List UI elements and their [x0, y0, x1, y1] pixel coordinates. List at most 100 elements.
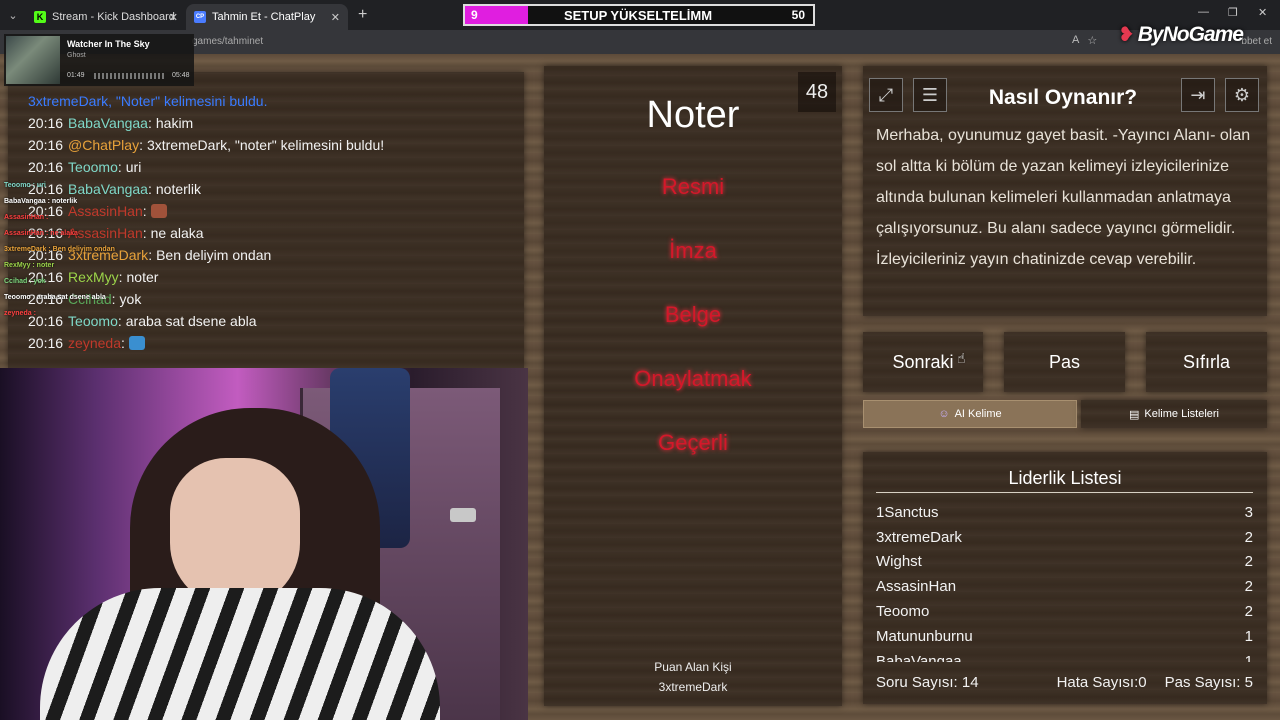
forbidden-word: Resmi [661, 174, 725, 199]
chat-username[interactable]: 3xtremeDark, "Noter" kelimesini buldu. [28, 93, 267, 109]
question-count-label: Soru Sayısı: [876, 674, 958, 691]
webcam-person-face [170, 458, 300, 608]
goal-current: 9 [471, 8, 478, 22]
leaderboard-row: Wighst 2 [876, 550, 1253, 575]
chat-username[interactable]: AssasinHan [68, 203, 143, 219]
chat-separator: : [111, 291, 116, 307]
pass-button[interactable]: Pas [1004, 332, 1125, 392]
tab-search-chevron-icon[interactable]: ⌄ [0, 0, 26, 30]
tab-chatplay[interactable]: CP Tahmin Et - ChatPlay ✕ [186, 4, 348, 30]
next-label: Sonraki [892, 351, 954, 372]
pass-count: Pas Sayısı: 5 [1165, 674, 1253, 691]
chat-username[interactable]: BabaVangaa [68, 115, 148, 131]
game-word-panel: 48 Noter Resmi İmza Belge Onaylatmak Geç… [544, 66, 842, 706]
leaderboard-name: BabaVangaa [876, 652, 962, 662]
new-tab-plus-icon[interactable]: + [358, 6, 367, 24]
leaderboard-score: 2 [1244, 578, 1253, 596]
chat-separator: : [147, 115, 152, 131]
song-total: 05:48 [172, 72, 190, 79]
forbidden-word: Onaylatmak [634, 366, 752, 391]
chat-username[interactable]: BabaVangaa [68, 181, 148, 197]
ai-word-button[interactable]: ☺ AI Kelime [863, 400, 1077, 428]
settings-gear-icon[interactable]: ⚙ [1225, 78, 1259, 112]
how-to-play-text: Merhaba, oyunumuz gayet basit. -Yayıncı … [876, 127, 1251, 268]
close-icon[interactable]: ✕ [169, 11, 178, 24]
url-text[interactable]: games/tahminet [192, 36, 263, 47]
question-count: Soru Sayısı: 14 [876, 674, 979, 691]
game-stats: Soru Sayısı: 14 Hata Sayısı:0 Pas Sayısı… [876, 674, 1253, 691]
chat-text: noterlik [155, 181, 202, 197]
chat-separator: : [142, 203, 147, 219]
chat-username[interactable]: @ChatPlay [68, 137, 139, 153]
song-elapsed: 01:49 [67, 72, 85, 79]
read-aloud-icon[interactable]: A [1072, 34, 1079, 47]
fullscreen-icon[interactable]: ⤢ [869, 78, 903, 112]
leaderboard-row: Teoomo 2 [876, 599, 1253, 624]
chat-separator: : [117, 159, 122, 175]
leaderboard-row: 1Sanctus 3 [876, 500, 1253, 525]
chat-panel: 3xtremeDark, "Noter" kelimesini buldu. 20… [8, 72, 524, 368]
ai-word-label: AI Kelime [954, 408, 1002, 420]
pass-label: Pas [1048, 351, 1081, 372]
chat-separator: : [147, 181, 152, 197]
chat-separator: : [118, 269, 123, 285]
chat-message: 20:16 AssasinHan: ne alaka [28, 222, 518, 244]
word-lists-button[interactable]: ▤ Kelime Listeleri [1081, 400, 1267, 428]
goal-max: 50 [791, 8, 805, 22]
leaderboard-name: AssasinHan [876, 578, 957, 596]
leaderboard-name: Matununburnu [876, 627, 973, 645]
leaderboard-row: AssasinHan 2 [876, 574, 1253, 599]
webcam-feed [0, 368, 528, 720]
chat-timestamp: 20:16 [28, 137, 64, 153]
forbidden-word: Belge [664, 302, 722, 327]
close-icon[interactable]: ✕ [331, 11, 340, 24]
chat-text: 3xtremeDark, "noter" kelimesini buldu! [146, 137, 385, 153]
chat-text: noter [126, 269, 159, 285]
reset-button[interactable]: Sıfırla [1146, 332, 1267, 392]
exit-icon[interactable]: ⇥ [1181, 78, 1215, 112]
leaderboard-name: 3xtremeDark [876, 528, 962, 546]
chatplay-icon: CP [194, 11, 206, 23]
leaderboard-score: 1 [1244, 652, 1253, 662]
chat-username[interactable]: zeyneda [68, 335, 121, 351]
leaderboard-score: 3 [1244, 503, 1253, 521]
question-count-value: 14 [961, 674, 979, 691]
screen: ⌄ K Stream - Kick Dashboard ✕ CP Tahmin … [0, 0, 1280, 720]
leaderboard-panel: Liderlik Listesi 1Sanctus 3 3xtremeDark 2 Wi… [863, 452, 1267, 704]
tab-label: Tahmin Et - ChatPlay [212, 11, 316, 23]
chat-message: 20:16 BabaVangaa: noterlik [28, 178, 518, 200]
how-to-play-title: Nasıl Oynanır? [988, 86, 1138, 109]
chat-list: 3xtremeDark, "Noter" kelimesini buldu. 20… [28, 90, 518, 354]
favorite-star-icon[interactable]: ☆ [1087, 34, 1097, 47]
minimize-icon[interactable]: — [1198, 6, 1209, 18]
chat-separator: : [117, 313, 122, 329]
chat-username[interactable]: Teoomo [68, 313, 118, 329]
leaderboard-score: 2 [1244, 553, 1253, 571]
chat-timestamp: 20:16 [28, 335, 64, 351]
chat-timestamp: 20:16 [28, 115, 64, 131]
chat-username[interactable]: RexMyy [68, 269, 119, 285]
window-close-icon[interactable]: ✕ [1258, 6, 1267, 19]
chat-message: 20:16 AssasinHan: [28, 200, 518, 222]
chat-text: araba sat dsene abla [125, 313, 257, 329]
leaderboard-score: 2 [1244, 603, 1253, 621]
maximize-icon[interactable]: ❐ [1228, 6, 1238, 19]
chat-text: yok [119, 291, 142, 307]
leaderboard-name: Teoomo [876, 603, 930, 621]
chat-username[interactable]: AssasinHan [68, 225, 143, 241]
reset-label: Sıfırla [1182, 351, 1230, 372]
overlay-chat-line: AssasinHan : [4, 214, 49, 221]
chat-message: 20:16 Teoomo: araba sat dsene abla [28, 310, 518, 332]
notes-icon[interactable]: ☰ [913, 78, 947, 112]
tab-kick-dashboard[interactable]: K Stream - Kick Dashboard ✕ [26, 4, 186, 30]
overlay-chat-line: BabaVangaa : noterlik [4, 198, 78, 205]
chat-separator: : [139, 137, 143, 153]
forbidden-word: Geçerli [658, 430, 728, 455]
chat-username[interactable]: Teoomo [68, 159, 118, 175]
goal-progress-bar: 9 SETUP YÜKSELTELİMM 50 [463, 4, 815, 26]
chat-text: uri [125, 159, 142, 175]
chat-text: Ben deliyim ondan [156, 247, 272, 263]
scorer-name: 3xtremeDark [658, 680, 728, 694]
target-word: Noter [646, 94, 740, 136]
music-widget: Watcher In The Sky Ghost 01:49 05:48 [4, 34, 194, 86]
